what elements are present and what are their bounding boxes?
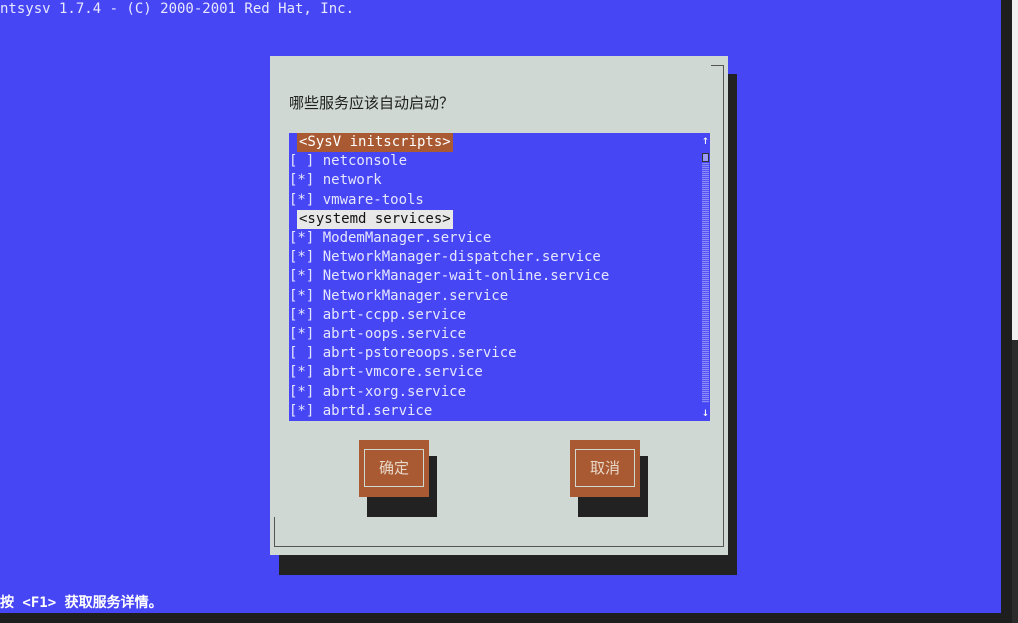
service-checkbox-item[interactable]: [*] abrt-vmcore.service bbox=[289, 363, 483, 382]
scroll-track[interactable] bbox=[702, 163, 709, 403]
scroll-thumb[interactable] bbox=[702, 153, 709, 162]
window-scroll-track[interactable] bbox=[1012, 340, 1018, 623]
cancel-button-label: 取消 bbox=[575, 449, 635, 487]
help-hint: 按 <F1> 获取服务详情。 bbox=[0, 595, 163, 611]
scroll-up-arrow-icon[interactable]: ↑ bbox=[701, 133, 710, 147]
dialog-frame-left bbox=[274, 517, 275, 547]
service-checkbox-item[interactable]: [*] NetworkManager-dispatcher.service bbox=[289, 248, 601, 267]
service-checkbox-item[interactable]: [*] NetworkManager.service bbox=[289, 287, 508, 306]
app-title-line: ntsysv 1.7.4 - (C) 2000-2001 Red Hat, In… bbox=[0, 1, 355, 17]
window-scrollbar[interactable] bbox=[1001, 0, 1018, 623]
ok-button[interactable]: 确定 bbox=[359, 440, 429, 497]
service-checkbox-item[interactable]: [*] network bbox=[289, 171, 382, 190]
list-section-header: <systemd services> bbox=[297, 210, 453, 229]
service-checkbox-item[interactable]: [*] abrt-xorg.service bbox=[289, 383, 466, 402]
cancel-button[interactable]: 取消 bbox=[570, 440, 640, 497]
window-bottom-edge bbox=[0, 613, 1001, 623]
service-checkbox-item[interactable]: [*] ModemManager.service bbox=[289, 229, 491, 248]
service-list[interactable]: <SysV initscripts>[ ] netconsole [*] netw… bbox=[289, 133, 710, 421]
terminal-screen: ntsysv 1.7.4 - (C) 2000-2001 Red Hat, In… bbox=[0, 0, 1001, 613]
list-section-header: <SysV initscripts> bbox=[297, 133, 453, 152]
dialog-question: 哪些服务应该自动启动？ bbox=[289, 94, 455, 112]
scroll-down-arrow-icon[interactable]: ↓ bbox=[701, 405, 710, 419]
service-checkbox-item[interactable]: [*] vmware-tools bbox=[289, 191, 424, 210]
service-checkbox-item[interactable]: [*] NetworkManager-wait-online.service bbox=[289, 267, 609, 286]
service-checkbox-item[interactable]: [ ] abrt-pstoreoops.service bbox=[289, 344, 517, 363]
list-scrollbar[interactable]: ↑ ↓ bbox=[701, 133, 710, 421]
window-scroll-thumb[interactable] bbox=[1012, 0, 1018, 340]
dialog-frame-top bbox=[711, 65, 723, 66]
service-checkbox-item[interactable]: [*] abrtd.service bbox=[289, 402, 432, 421]
dialog-frame-right bbox=[723, 65, 724, 547]
service-checkbox-item[interactable]: [*] abrt-ccpp.service bbox=[289, 306, 466, 325]
ok-button-label: 确定 bbox=[364, 449, 424, 487]
service-checkbox-item[interactable]: [ ] netconsole bbox=[289, 152, 407, 171]
service-checkbox-item[interactable]: [*] abrt-oops.service bbox=[289, 325, 466, 344]
dialog-frame-bottom bbox=[274, 546, 724, 547]
